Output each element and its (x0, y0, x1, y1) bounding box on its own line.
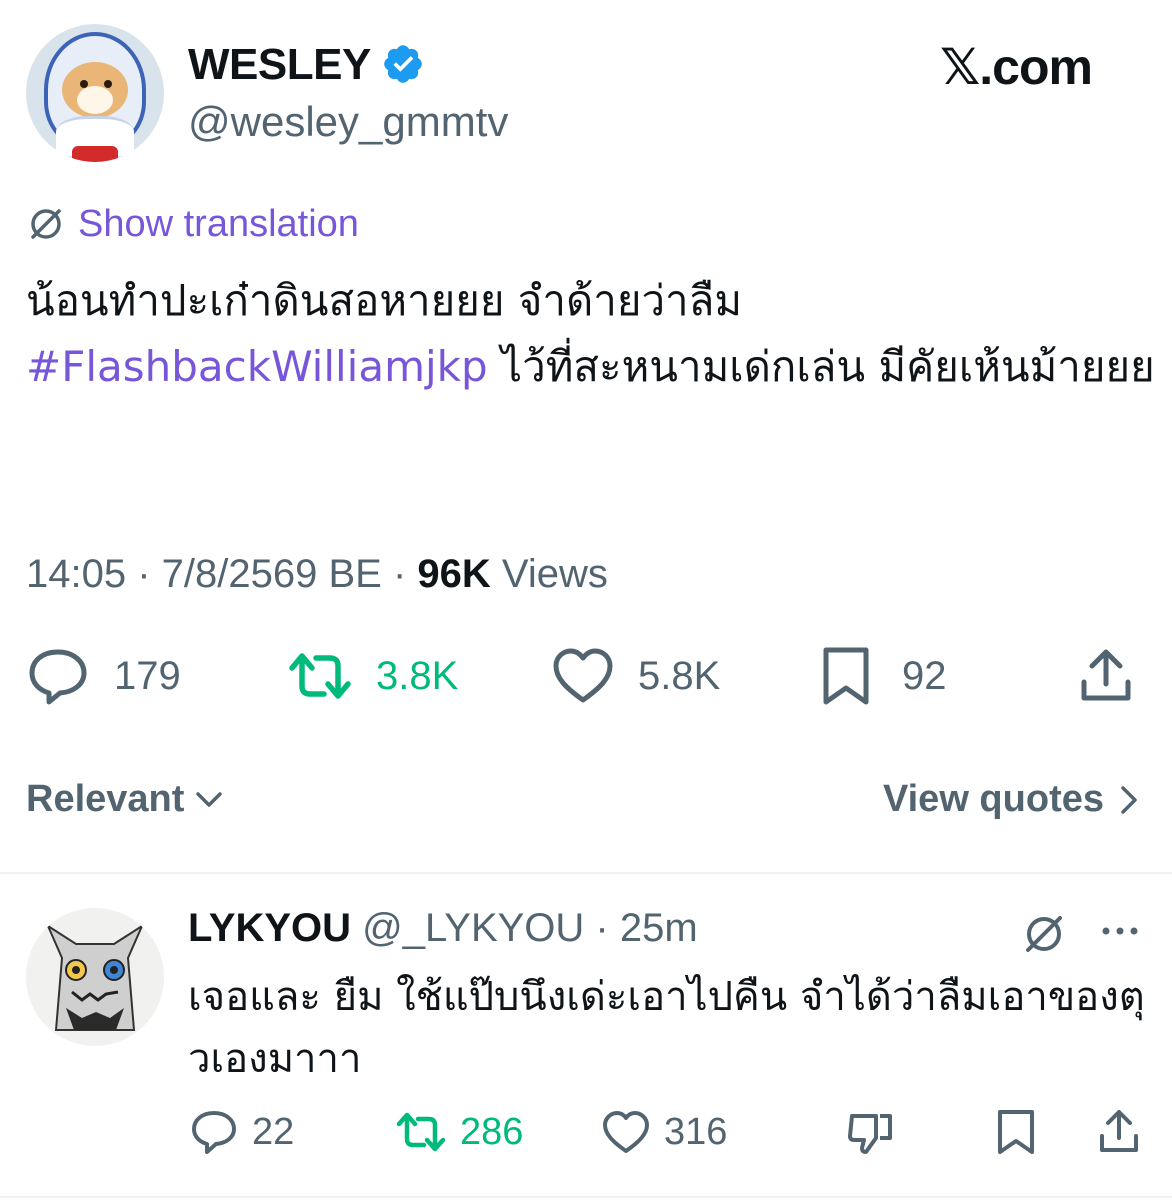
reply-count: 179 (114, 653, 181, 698)
reply-text: เจอและ ยืม ใช้แป๊บนึงเด่ะเอาไปคืน จำได้ว… (188, 974, 1145, 1082)
tweet-text-before: น้อนทำปะเก๋าดินสอหายยย จำด้ายว่าลืม (26, 276, 743, 325)
reply-like-button[interactable]: 316 (602, 1108, 727, 1156)
bookmark-icon[interactable] (994, 1108, 1038, 1156)
repost-icon (289, 653, 351, 699)
author-avatar[interactable] (26, 24, 164, 162)
reply-repost-count: 286 (460, 1110, 524, 1153)
tweet-meta: 14:05 · 7/8/2569 BE · 96K Views (26, 552, 608, 596)
view-quotes-label: View quotes (882, 778, 1104, 820)
reply-header: LYKYOU @_LYKYOU · 25m (188, 906, 698, 950)
reply-button[interactable]: 179 (26, 646, 181, 706)
view-quotes-link[interactable]: View quotes (883, 778, 1144, 821)
tweet-text: น้อนทำปะเก๋าดินสอหายยย จำด้ายว่าลืม #Fla… (26, 268, 1156, 400)
downvote-icon[interactable] (846, 1108, 894, 1156)
reply-author-handle[interactable]: @_LYKYOU (362, 906, 584, 950)
x-com-logo: 𝕏.com (940, 39, 1093, 95)
sort-dropdown[interactable]: Relevant (26, 778, 226, 821)
tweet-date[interactable]: 7/8/2569 BE (162, 552, 382, 596)
verified-badge-icon (384, 45, 422, 83)
reply-author-name[interactable]: LYKYOU (188, 906, 351, 950)
heart-icon (553, 648, 613, 703)
cat-avatar-image (26, 908, 164, 1046)
views-count: 96K (417, 552, 491, 596)
chevron-down-icon (196, 791, 223, 807)
author-name[interactable]: WESLEY (188, 40, 371, 90)
translate-icon[interactable] (1020, 910, 1068, 958)
reply-repost-button[interactable]: 286 (396, 1108, 523, 1156)
reply-time[interactable]: 25m (620, 906, 698, 950)
reply-icon (192, 1111, 236, 1154)
chevron-right-icon (1121, 785, 1137, 814)
reply-reply-button[interactable]: 22 (190, 1108, 294, 1156)
reply-author-avatar[interactable] (26, 908, 164, 1046)
reply-icon (29, 649, 87, 705)
divider (0, 872, 1172, 874)
bookmark-button[interactable]: 92 (818, 646, 947, 706)
tweet-time[interactable]: 14:05 (26, 552, 126, 596)
tweet-text-after: ไว้ที่สะหนามเด่กเล่น มีคัยเห้นม้ายยย (487, 342, 1155, 391)
repost-button[interactable]: 3.8K (288, 646, 458, 706)
repost-icon (396, 1112, 446, 1152)
reply-reply-count: 22 (252, 1110, 295, 1153)
like-count: 5.8K (638, 653, 721, 698)
bookmark-icon (823, 647, 869, 705)
reply-like-count: 316 (664, 1110, 728, 1153)
views-label: Views (490, 552, 608, 596)
translate-icon (31, 209, 61, 239)
share-button[interactable] (1076, 646, 1160, 706)
hashtag-link[interactable]: #FlashbackWilliamjkp (26, 342, 488, 391)
show-translation-label: Show translation (78, 202, 359, 245)
more-options-icon[interactable] (1098, 916, 1142, 946)
share-icon (1081, 649, 1131, 701)
show-translation-link[interactable]: Show translation (26, 202, 359, 246)
author-handle[interactable]: @wesley_gmmtv (188, 98, 508, 146)
heart-icon (603, 1111, 649, 1153)
divider (0, 1196, 1172, 1198)
bookmark-count: 92 (902, 653, 947, 698)
repost-count: 3.8K (376, 653, 459, 698)
sort-label: Relevant (26, 778, 185, 820)
like-button[interactable]: 5.8K (552, 646, 720, 706)
share-icon[interactable] (1096, 1108, 1142, 1156)
